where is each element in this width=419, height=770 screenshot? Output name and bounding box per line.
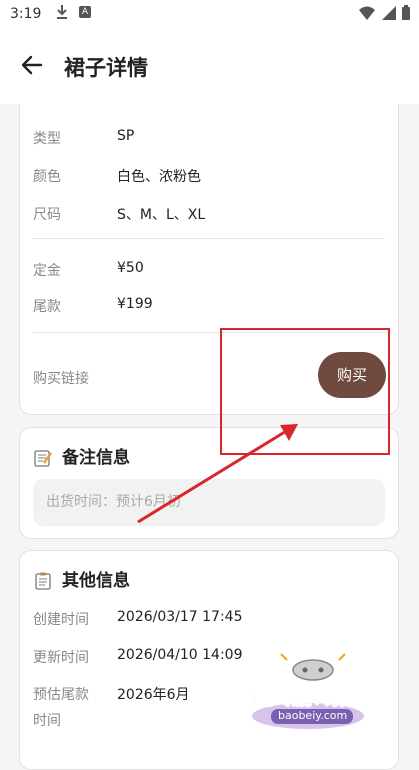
back-arrow-icon[interactable] <box>20 53 44 77</box>
created-value: 2026/03/17 17:45 <box>117 609 243 625</box>
estimate-value: 2026年6月 <box>117 687 190 703</box>
balance-label: 尾款 <box>33 299 61 315</box>
watermark-logo: 宝贝游戏网 baobeiy.com <box>243 650 419 744</box>
watermark-url: baobeiy.com <box>278 709 348 722</box>
divider <box>33 332 385 333</box>
signal-icon <box>381 6 396 20</box>
color-value: 白色、浓粉色 <box>117 169 201 185</box>
deposit-label: 定金 <box>33 263 61 279</box>
other-section-title: 其他信息 <box>34 566 130 591</box>
updated-value: 2026/04/10 14:09 <box>117 647 243 663</box>
status-time: 3:19 <box>10 6 42 22</box>
notes-title-text: 备注信息 <box>62 448 130 468</box>
buy-button[interactable]: 购买 <box>318 352 386 398</box>
notification-app-icon: A <box>79 6 91 18</box>
notes-section-title: 备注信息 <box>34 443 130 468</box>
created-label: 创建时间 <box>33 612 89 628</box>
estimate-label-line2: 时间 <box>33 713 61 729</box>
type-label: 类型 <box>33 131 61 147</box>
status-icons <box>358 5 411 21</box>
other-title-text: 其他信息 <box>62 571 130 591</box>
wifi-icon <box>359 6 376 20</box>
download-icon <box>57 5 67 19</box>
size-label: 尺码 <box>33 207 61 223</box>
deposit-value: ¥50 <box>117 260 144 276</box>
shipping-note: 出货时间：预计6月初 <box>33 479 385 526</box>
estimate-label: 预估尾款 <box>33 687 89 703</box>
size-value: S、M、L、XL <box>117 207 206 223</box>
memo-icon <box>34 450 52 467</box>
updated-label: 更新时间 <box>33 650 89 666</box>
type-value: SP <box>117 128 135 144</box>
color-label: 颜色 <box>33 169 61 185</box>
battery-icon <box>402 5 410 20</box>
divider <box>33 238 385 239</box>
page-title: 裙子详情 <box>64 56 148 80</box>
watermark-text: 宝贝游戏网 <box>243 682 364 711</box>
clipboard-icon <box>35 572 51 590</box>
balance-value: ¥199 <box>117 296 153 312</box>
status-bar: 3:19 A <box>0 0 419 28</box>
purchase-link-label: 购买链接 <box>33 371 89 387</box>
app-bar: 裙子详情 <box>0 28 419 104</box>
notes-card: 备注信息 出货时间：预计6月初 <box>19 427 399 539</box>
